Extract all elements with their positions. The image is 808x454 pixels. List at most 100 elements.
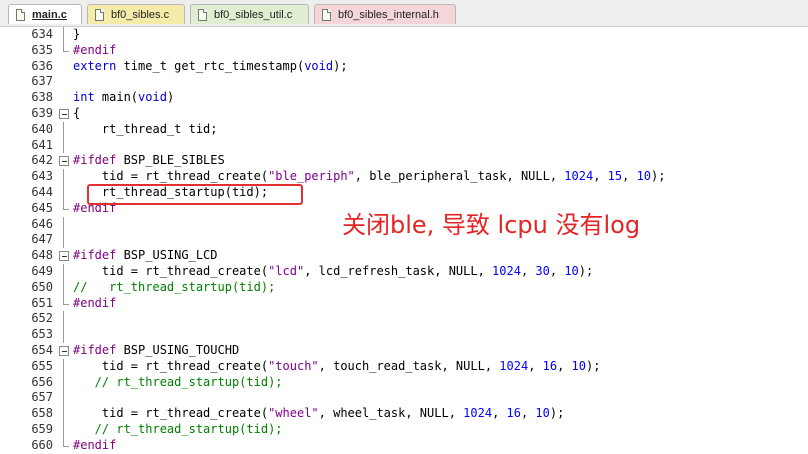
fold-guide xyxy=(59,406,69,422)
code-text: #endif xyxy=(73,43,116,59)
code-line[interactable]: 643 tid = rt_thread_create("ble_periph",… xyxy=(0,169,808,185)
fold-guide xyxy=(59,311,69,328)
code-line[interactable]: 635 #endif xyxy=(0,42,808,59)
fold-guide xyxy=(59,216,69,233)
fold-guide xyxy=(59,42,69,59)
fold-guide xyxy=(59,137,69,154)
line-number: 651 xyxy=(31,295,53,310)
fold-toggle-icon[interactable] xyxy=(59,106,69,122)
annotation-text: 关闭ble, 导致 lcpu 没有log xyxy=(342,211,641,239)
line-number: 658 xyxy=(31,406,53,421)
code-token: "lcd" xyxy=(268,264,305,278)
code-text: tid = rt_thread_create("lcd", lcd_refres… xyxy=(73,264,593,280)
line-number: 655 xyxy=(31,358,53,373)
code-line[interactable]: 640 rt_thread_t tid; xyxy=(0,121,808,138)
code-text: extern time_t get_rtc_timestamp(void); xyxy=(73,59,348,75)
code-token: 10 xyxy=(564,264,579,278)
code-token: , ble_peripheral_task, NULL, xyxy=(354,169,565,184)
line-number: 654 xyxy=(31,343,53,357)
code-line[interactable]: 642 #ifdef BSP_BLE_SIBLES xyxy=(0,153,808,169)
line-number: 638 xyxy=(31,90,53,105)
code-line[interactable]: 655 tid = rt_thread_create("touch", touc… xyxy=(0,358,808,375)
fold-guide xyxy=(59,390,69,407)
code-token: #ifdef xyxy=(73,153,117,168)
line-number: 635 xyxy=(31,42,53,57)
code-text: tid = rt_thread_create("touch", touch_re… xyxy=(73,358,601,375)
code-line[interactable]: 654 #ifdef BSP_USING_TOUCHD xyxy=(0,343,808,359)
code-line[interactable]: 648 #ifdef BSP_USING_LCD xyxy=(0,248,808,264)
code-token: ); xyxy=(549,406,565,421)
fold-guide xyxy=(59,121,69,138)
fold-toggle-icon[interactable] xyxy=(59,343,69,359)
code-token: #endif xyxy=(73,295,117,310)
code-line[interactable]: 636 extern time_t get_rtc_timestamp(void)… xyxy=(0,59,808,75)
line-number: 645 xyxy=(31,200,53,215)
code-token: , xyxy=(593,169,608,184)
tab-bf0-sibles-c[interactable]: bf0_sibles.c xyxy=(87,4,185,24)
code-line[interactable]: 657 xyxy=(0,390,808,407)
code-token: 10 xyxy=(571,358,586,373)
fold-toggle-icon[interactable] xyxy=(59,248,69,264)
code-token: tid = rt_thread_create( xyxy=(73,406,269,421)
code-token: 15 xyxy=(607,169,623,184)
tab-label: bf0_sibles.c xyxy=(111,8,170,21)
code-token: 1024 xyxy=(499,358,529,373)
code-token: , xyxy=(549,264,565,278)
line-number: 648 xyxy=(31,248,53,263)
code-text: // rt_thread_startup(tid); xyxy=(73,375,283,391)
code-line[interactable]: 649 tid = rt_thread_create("lcd", lcd_re… xyxy=(0,264,808,280)
code-token: , xyxy=(557,358,572,373)
code-token: BSP_BLE_SIBLES xyxy=(116,153,225,168)
fold-guide xyxy=(59,327,69,343)
code-line[interactable]: 651 #endif xyxy=(0,295,808,312)
code-token: tid = rt_thread_create( xyxy=(73,264,269,278)
code-text: tid = rt_thread_create("ble_periph", ble… xyxy=(73,169,666,185)
code-line[interactable]: 659 // rt_thread_startup(tid); xyxy=(0,422,808,438)
code-token: main( xyxy=(94,90,139,105)
fold-guide xyxy=(59,169,69,185)
tab-main-c[interactable]: main.c xyxy=(8,4,82,24)
code-line[interactable]: 639 { xyxy=(0,106,808,122)
h-file-icon xyxy=(322,8,331,21)
code-token: #endif xyxy=(73,42,117,57)
line-number: 639 xyxy=(31,106,53,120)
fold-guide xyxy=(59,374,69,391)
c-file-icon xyxy=(16,8,25,21)
code-token: , xyxy=(492,406,507,421)
code-token: , xyxy=(520,406,536,421)
code-line[interactable]: 653 xyxy=(0,327,808,343)
code-line[interactable]: 660 #endif xyxy=(0,437,808,454)
code-token: , xyxy=(528,358,543,373)
code-token: "ble_periph" xyxy=(268,169,355,184)
code-token: // rt_thread_startup(tid); xyxy=(73,422,283,436)
code-line[interactable]: 652 xyxy=(0,311,808,328)
code-token: 16 xyxy=(506,406,521,421)
tab-bf0-sibles-internal-h[interactable]: bf0_sibles_internal.h xyxy=(314,4,456,24)
code-line[interactable]: 637 xyxy=(0,74,808,90)
line-number: 636 xyxy=(31,58,53,73)
code-line[interactable]: 638 int main(void) xyxy=(0,90,808,106)
fold-guide xyxy=(59,437,69,454)
code-text: int main(void) xyxy=(73,90,174,106)
code-line[interactable]: 650 // rt_thread_startup(tid); xyxy=(0,279,808,296)
tab-bf0-sibles-util-c[interactable]: bf0_sibles_util.c xyxy=(190,4,309,24)
code-token: tid = rt_thread_create( xyxy=(73,358,269,373)
code-line[interactable]: 641 xyxy=(0,137,808,154)
fold-guide xyxy=(59,232,69,249)
code-text: #ifdef BSP_USING_TOUCHD xyxy=(73,343,239,359)
fold-guide xyxy=(59,90,69,106)
code-token: void xyxy=(138,90,167,105)
code-token: { xyxy=(73,106,81,120)
code-token: ); xyxy=(651,169,666,184)
code-line[interactable]: 634} xyxy=(0,27,808,43)
line-number: 643 xyxy=(31,169,53,184)
highlight-box xyxy=(87,184,303,205)
fold-toggle-icon[interactable] xyxy=(59,153,69,169)
code-token: , touch_read_task, NULL, xyxy=(318,358,500,373)
code-line[interactable]: 658 tid = rt_thread_create("wheel", whee… xyxy=(0,406,808,422)
code-token: time_t get_rtc_timestamp( xyxy=(116,58,305,73)
code-text: #endif xyxy=(73,438,116,454)
line-number: 653 xyxy=(31,327,53,342)
fold-guide xyxy=(59,185,69,201)
code-line[interactable]: 656 // rt_thread_startup(tid); xyxy=(0,374,808,391)
